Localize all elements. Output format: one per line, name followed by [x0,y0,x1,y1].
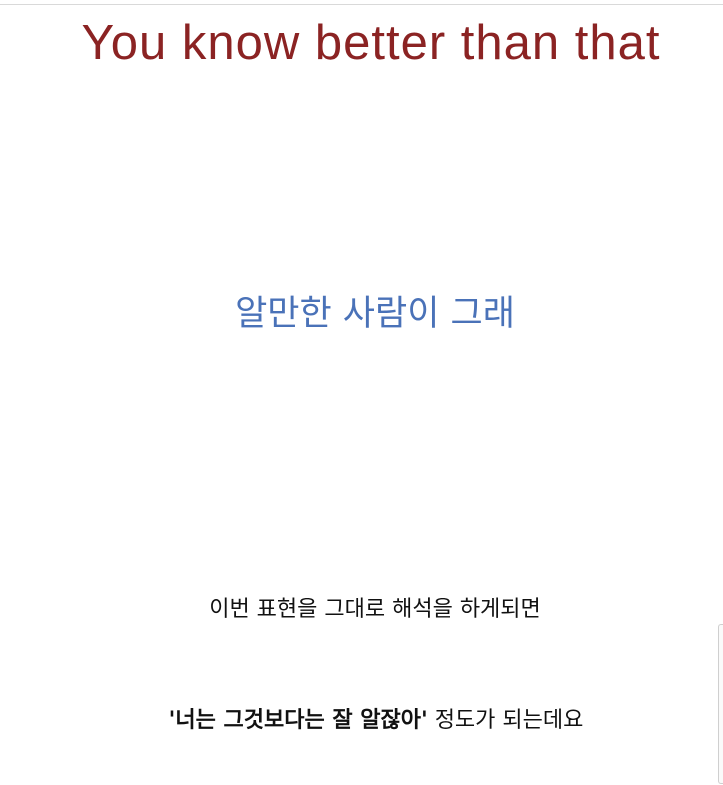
top-divider [0,4,723,5]
korean-translation: 알만한 사람이 그래 [235,294,515,334]
page-title: You know better than that [81,16,661,70]
literal-meaning-suffix: 정도가 되는데요 [427,708,584,733]
explanation-line: 이번 표현을 그대로 해석을 하게되면 [209,597,541,622]
scrollbar-edge[interactable] [718,624,723,784]
literal-meaning-line: '너는 그것보다는 잘 알잖아' 정도가 되는데요 [0,705,723,737]
literal-meaning-quote: '너는 그것보다는 잘 알잖아' [168,708,428,733]
